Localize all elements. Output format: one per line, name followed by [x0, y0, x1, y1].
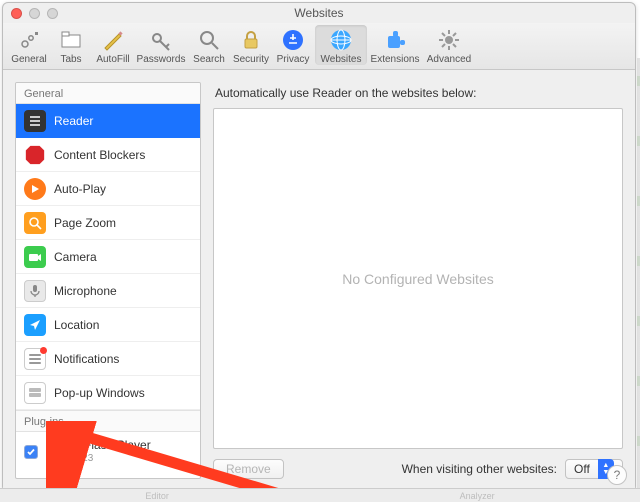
- tab-label: Tabs: [60, 54, 81, 65]
- passwords-icon: [148, 27, 174, 53]
- tab-label: Extensions: [371, 54, 420, 65]
- section-header-plugins: Plug-ins: [16, 410, 200, 432]
- preferences-window: Websites General Tabs AutoFill Passwords: [2, 2, 636, 492]
- sidebar-item-auto-play[interactable]: Auto-Play: [16, 172, 200, 206]
- tab-label: Advanced: [427, 54, 471, 65]
- sidebar-item-reader[interactable]: Reader: [16, 104, 200, 138]
- window-title: Websites: [3, 6, 635, 20]
- pane-title: Automatically use Reader on the websites…: [213, 82, 623, 108]
- help-button[interactable]: ?: [607, 465, 627, 485]
- sidebar-item-notifications[interactable]: Notifications: [16, 342, 200, 376]
- empty-state-text: No Configured Websites: [342, 271, 493, 287]
- popup-windows-icon: [24, 382, 46, 404]
- sidebar-item-label: Camera: [54, 250, 97, 264]
- tab-label: Passwords: [137, 54, 186, 65]
- tab-label: Websites: [321, 54, 362, 65]
- extensions-icon: [382, 27, 408, 53]
- plugin-text: Adobe Flash Player 32.0.0.223: [46, 439, 151, 464]
- microphone-icon: [24, 280, 46, 302]
- tab-label: AutoFill: [96, 54, 129, 65]
- plugin-version: 32.0.0.223: [46, 453, 151, 465]
- bg-tab-right: Analyzer: [460, 491, 495, 501]
- preferences-toolbar: General Tabs AutoFill Passwords Search: [3, 23, 635, 70]
- visiting-popup-value: Off: [574, 462, 590, 476]
- sidebar-item-label: Auto-Play: [54, 182, 106, 196]
- minimize-window-button[interactable]: [29, 8, 40, 19]
- advanced-icon: [436, 27, 462, 53]
- sidebar-item-label: Location: [54, 318, 99, 332]
- sidebar-item-label: Pop-up Windows: [54, 386, 145, 400]
- sidebar: General Reader Content Blockers Auto-Pla…: [15, 82, 201, 479]
- tab-label: Security: [233, 54, 269, 65]
- privacy-icon: [280, 27, 306, 53]
- pane-footer: Remove When visiting other websites: Off…: [213, 449, 623, 479]
- search-icon: [196, 27, 222, 53]
- sidebar-item-label: Page Zoom: [54, 216, 116, 230]
- zoom-window-button[interactable]: [47, 8, 58, 19]
- tab-extensions[interactable]: Extensions: [369, 25, 421, 65]
- tab-passwords[interactable]: Passwords: [135, 25, 187, 65]
- tab-security[interactable]: Security: [231, 25, 271, 65]
- reader-icon: [24, 110, 46, 132]
- sidebar-item-location[interactable]: Location: [16, 308, 200, 342]
- tab-websites[interactable]: Websites: [315, 25, 367, 65]
- sidebar-item-microphone[interactable]: Microphone: [16, 274, 200, 308]
- content-area: General Reader Content Blockers Auto-Pla…: [3, 70, 635, 491]
- sidebar-item-label: Microphone: [54, 284, 117, 298]
- sidebar-item-label: Notifications: [54, 352, 119, 366]
- content-blockers-icon: [24, 144, 46, 166]
- tabs-icon: [58, 27, 84, 53]
- tab-search[interactable]: Search: [189, 25, 229, 65]
- bg-tab-left: Editor: [145, 491, 169, 501]
- tab-tabs[interactable]: Tabs: [51, 25, 91, 65]
- autofill-icon: [100, 27, 126, 53]
- sidebar-item-camera[interactable]: Camera: [16, 240, 200, 274]
- notifications-icon: [24, 348, 46, 370]
- tab-general[interactable]: General: [9, 25, 49, 65]
- sidebar-item-page-zoom[interactable]: Page Zoom: [16, 206, 200, 240]
- general-icon: [16, 27, 42, 53]
- sidebar-item-content-blockers[interactable]: Content Blockers: [16, 138, 200, 172]
- detail-pane: Automatically use Reader on the websites…: [213, 82, 623, 479]
- sidebar-item-label: Reader: [54, 114, 93, 128]
- tab-label: Privacy: [277, 54, 310, 65]
- window-controls: [11, 8, 58, 19]
- obscured-window-tabs: Editor Analyzer: [0, 488, 640, 502]
- close-window-button[interactable]: [11, 8, 22, 19]
- security-icon: [238, 27, 264, 53]
- tab-label: General: [11, 54, 47, 65]
- tab-advanced[interactable]: Advanced: [423, 25, 475, 65]
- page-zoom-icon: [24, 212, 46, 234]
- visiting-label: When visiting other websites:: [402, 462, 557, 476]
- location-icon: [24, 314, 46, 336]
- titlebar: Websites: [3, 3, 635, 23]
- tab-privacy[interactable]: Privacy: [273, 25, 313, 65]
- tab-autofill[interactable]: AutoFill: [93, 25, 133, 65]
- websites-icon: [328, 27, 354, 53]
- auto-play-icon: [24, 178, 46, 200]
- remove-button[interactable]: Remove: [213, 459, 284, 479]
- tab-label: Search: [193, 54, 225, 65]
- sidebar-item-popup-windows[interactable]: Pop-up Windows: [16, 376, 200, 410]
- plugin-name: Adobe Flash Player: [46, 439, 151, 453]
- plugin-row-flash[interactable]: Adobe Flash Player 32.0.0.223: [16, 432, 200, 472]
- section-header-general: General: [16, 83, 200, 104]
- sidebar-item-label: Content Blockers: [54, 148, 145, 162]
- plugin-checkbox[interactable]: [24, 445, 38, 459]
- camera-icon: [24, 246, 46, 268]
- websites-list[interactable]: No Configured Websites: [213, 108, 623, 449]
